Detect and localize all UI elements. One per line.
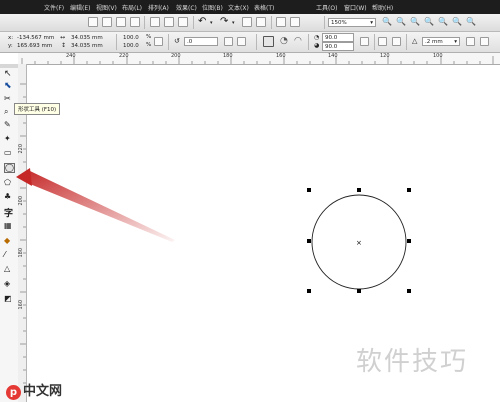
selection-handle-right[interactable] (407, 239, 411, 243)
center-marker-icon: × (356, 239, 362, 247)
selection-handle-bottom-right[interactable] (407, 289, 411, 293)
selection-handle-bottom[interactable] (357, 289, 361, 293)
site-logo: p 中文网 (6, 380, 62, 400)
logo-text: 中文网 (23, 384, 63, 399)
selection-handle-bottom-left[interactable] (307, 289, 311, 293)
arrow-head-icon (16, 168, 32, 186)
selection-handle-top-right[interactable] (407, 188, 411, 192)
selection-handle-top-left[interactable] (307, 188, 311, 192)
annotation-arrow (18, 171, 175, 242)
logo-letter: p (6, 385, 21, 400)
selection-handle-left[interactable] (307, 239, 311, 243)
selection-handle-top[interactable] (357, 188, 361, 192)
watermark-text: 软件技巧 (356, 347, 469, 377)
